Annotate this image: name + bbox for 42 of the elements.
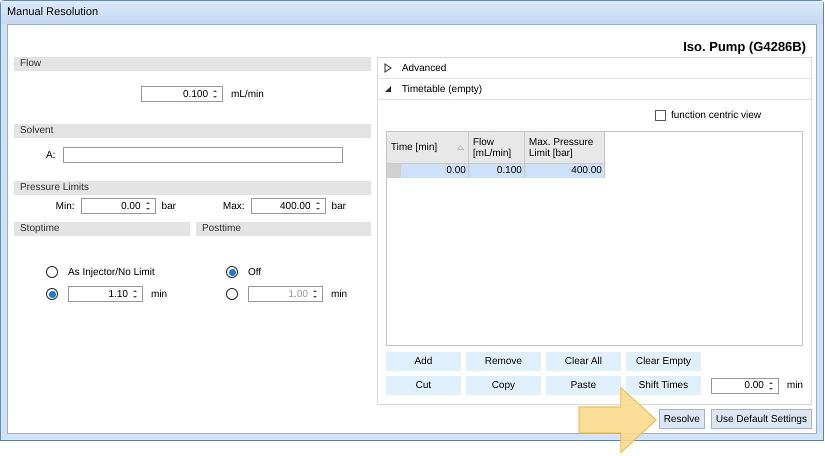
- table-action-button[interactable]: Cut: [386, 376, 461, 395]
- table-action-button[interactable]: Add: [386, 352, 461, 371]
- field-label: Min:: [56, 200, 75, 214]
- pressure-field[interactable]: 0.00: [80, 198, 156, 214]
- footer-button[interactable]: Use Default Settings: [710, 409, 812, 429]
- unit-label: min: [151, 288, 168, 302]
- field-label: Max:: [222, 200, 245, 214]
- table-action-button[interactable]: Clear Empty: [626, 352, 701, 371]
- unit-label: mL/min: [231, 88, 264, 102]
- time-field[interactable]: 1.10: [68, 286, 143, 302]
- table-action-button[interactable]: Copy: [466, 376, 541, 395]
- column-header[interactable]: Max. Pressure Limit [bar]: [524, 132, 605, 164]
- unit-label: bar: [162, 200, 176, 214]
- table-cell: 0.00: [386, 164, 469, 178]
- column-header[interactable]: Flow [mL/min]: [468, 132, 525, 164]
- function-centric-checkbox[interactable]: function centric view: [654, 108, 761, 123]
- section-header: Posttime: [196, 222, 371, 236]
- table-cell: 400.00: [524, 164, 605, 178]
- window-title: Manual Resolution: [1, 1, 823, 24]
- field-label: A:: [46, 148, 56, 162]
- option-label: Off: [248, 266, 262, 280]
- section-header: Pressure Limits: [14, 181, 371, 195]
- table-action-button[interactable]: Clear All: [546, 352, 621, 371]
- column-header[interactable]: Time [min]: [386, 132, 469, 164]
- section-header: Solvent: [14, 124, 371, 138]
- section-toggle[interactable]: Advanced: [378, 58, 811, 79]
- unit-label: min: [331, 288, 348, 302]
- unit-label: bar: [332, 200, 346, 214]
- pressure-field[interactable]: 400.00: [250, 198, 326, 214]
- unit-label: min: [786, 379, 803, 393]
- section-toggle[interactable]: Timetable (empty): [378, 79, 811, 100]
- section-header: Flow: [14, 57, 371, 71]
- section-header: Stoptime: [14, 222, 190, 236]
- device-title: Iso. Pump (G4286B): [683, 38, 806, 56]
- option-label: As Injector/No Limit: [68, 266, 155, 280]
- footer-button[interactable]: Resolve: [658, 409, 705, 429]
- table-action-button[interactable]: Shift Times: [626, 376, 701, 395]
- flow-field[interactable]: 0.100: [141, 86, 224, 102]
- table-action-button[interactable]: Paste: [546, 376, 621, 395]
- table-cell: 0.100: [468, 164, 525, 178]
- shift-field[interactable]: 0.00: [710, 378, 779, 394]
- table-action-button[interactable]: Remove: [466, 352, 541, 371]
